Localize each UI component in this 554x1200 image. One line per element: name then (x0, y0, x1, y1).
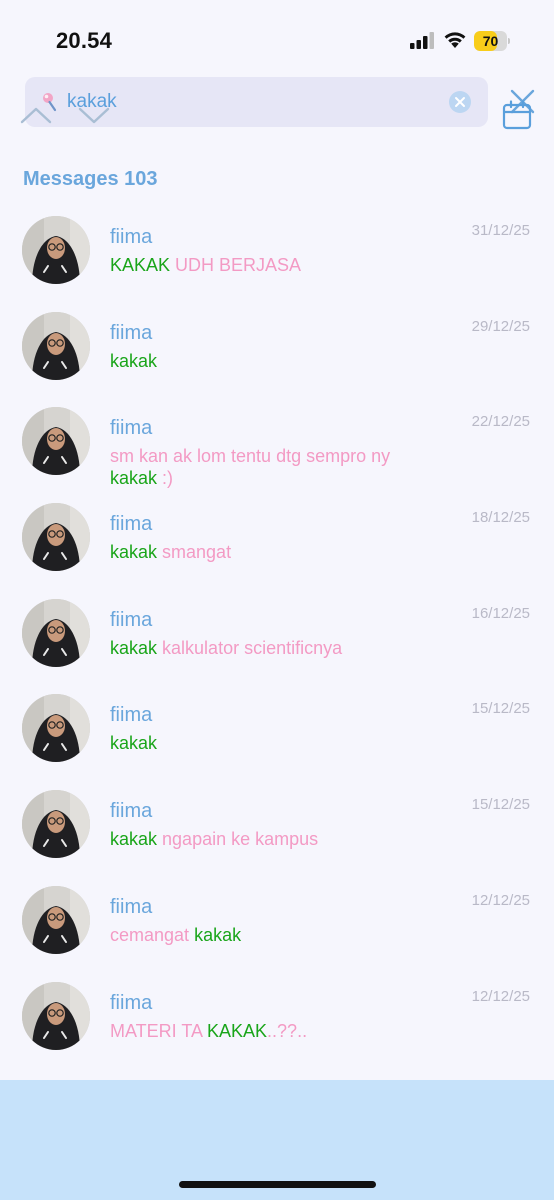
battery-percent: 70 (482, 33, 499, 49)
message-date: 29/12/25 (471, 317, 530, 335)
message-date: 12/12/25 (471, 891, 530, 909)
avatar (22, 981, 90, 1050)
message-sender: fiima (110, 608, 153, 631)
message-text: kakak (110, 350, 440, 372)
avatar (22, 503, 90, 572)
search-match: kakak (110, 468, 158, 489)
search-match: kakak (110, 542, 158, 563)
avatar (22, 598, 90, 667)
chevron-up-icon[interactable] (20, 106, 52, 124)
message-item[interactable]: fiima 15/12/25 kakak (0, 680, 554, 776)
message-text: kakak kalkulator scientificnya (110, 637, 440, 659)
avatar (22, 694, 90, 763)
clear-search-icon[interactable] (449, 91, 471, 113)
message-fragment: MATERI TA (110, 1020, 208, 1041)
message-text: kakak ngapain ke kampus (110, 828, 440, 850)
message-fragment: smangat (157, 542, 232, 563)
search-match: kakak (110, 829, 158, 850)
message-date: 12/12/25 (471, 987, 530, 1005)
message-fragment: ngapain ke kampus (157, 829, 319, 850)
message-fragment: cemangat (110, 924, 195, 945)
message-sender: fiima (110, 513, 153, 536)
message-item[interactable]: fiima 22/12/25 sm kan ak lom tentu dtg sem… (0, 393, 554, 489)
cellular-signal-icon (410, 32, 434, 49)
message-text: KAKAK UDH BERJASA (110, 254, 440, 276)
message-date: 18/12/25 (471, 509, 530, 527)
message-sender: fiima (110, 895, 153, 918)
avatar (22, 407, 90, 476)
message-item[interactable]: fiima 16/12/25 kakak kalkulator scientific… (0, 585, 554, 681)
avatar (22, 216, 90, 284)
message-date: 31/12/25 (471, 222, 530, 239)
message-list: fiima 31/12/25 KAKAK UDH BERJASA fiima 29/12… (0, 202, 554, 1063)
message-sender: fiima (110, 991, 153, 1014)
avatar (22, 790, 90, 859)
search-match: kakak (110, 733, 158, 754)
message-fragment: ..??.. (267, 1020, 308, 1041)
message-date: 22/12/25 (471, 413, 530, 431)
message-date: 16/12/25 (471, 604, 530, 622)
avatar (22, 311, 90, 380)
message-text: cemangat kakak (110, 924, 440, 946)
message-fragment: UDH BERJASA (170, 255, 302, 275)
message-item[interactable]: fiima 15/12/25 kakak ngapain ke kampus (0, 776, 554, 872)
status-time: 20.54 (56, 28, 113, 53)
message-sender: fiima (110, 417, 153, 440)
search-match: KAKAK (207, 1020, 268, 1041)
search-match: KAKAK (110, 255, 171, 275)
search-match: kakak (110, 637, 158, 658)
search-match: kakak (110, 350, 158, 371)
message-sender: fiima (110, 321, 153, 344)
status-bar: 20.54 70 (0, 0, 554, 70)
section-title: Messages 103 (23, 168, 158, 190)
message-text: kakak smangat (110, 541, 440, 563)
message-date: 15/12/25 (471, 796, 530, 814)
message-item[interactable]: fiima 31/12/25 KAKAK UDH BERJASA (0, 202, 554, 298)
battery-icon: 70 (474, 31, 510, 51)
message-text: sm kan ak lom tentu dtg sempro ny kakak … (110, 445, 440, 489)
message-sender: fiima (110, 226, 153, 248)
message-item[interactable]: fiima 29/12/25 kakak (0, 298, 554, 394)
message-item[interactable]: fiima 12/12/25 cemangat kakak (0, 872, 554, 968)
message-date: 15/12/25 (471, 700, 530, 718)
home-indicator[interactable] (179, 1181, 376, 1188)
search-match: kakak (194, 924, 242, 945)
wifi-icon (444, 32, 466, 48)
message-text: kakak (110, 732, 440, 754)
message-item[interactable]: fiima 12/12/25 MATERI TA KAKAK..??.. (0, 968, 554, 1064)
chevron-down-icon[interactable] (78, 106, 110, 124)
screen: 20.54 70 kakak Messages 103 fiima 31/12/… (0, 0, 554, 1200)
message-fragment: :) (157, 468, 174, 489)
message-fragment: sm kan ak lom tentu dtg sempro ny (110, 446, 391, 467)
calendar-icon[interactable] (502, 100, 532, 130)
message-fragment: kalkulator scientificnya (157, 637, 343, 658)
message-item[interactable]: fiima 18/12/25 kakak smangat (0, 489, 554, 585)
message-sender: fiima (110, 704, 153, 727)
message-text: MATERI TA KAKAK..??.. (110, 1020, 440, 1042)
avatar (22, 885, 90, 954)
message-sender: fiima (110, 800, 153, 823)
